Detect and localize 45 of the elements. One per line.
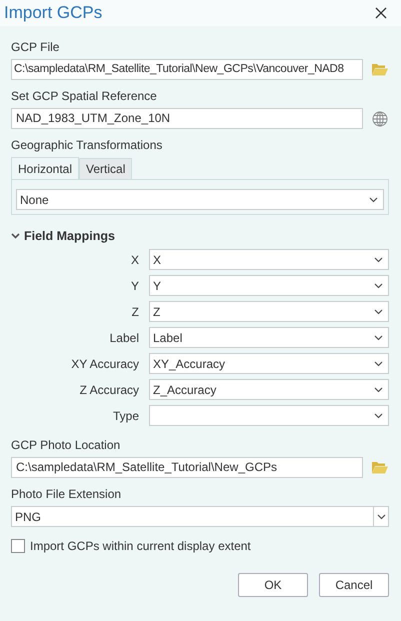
- caret-icon: [374, 386, 383, 392]
- section-header[interactable]: Field Mappings: [11, 229, 389, 243]
- caret-icon[interactable]: [11, 233, 20, 239]
- field-label: XY Accuracy: [70, 356, 139, 370]
- dropdown[interactable]: Z: [149, 301, 389, 322]
- caret-icon: [374, 282, 383, 288]
- dropdown[interactable]: Z_Accuracy: [149, 379, 389, 400]
- ok-button[interactable]: OK: [238, 573, 308, 597]
- input-field[interactable]: C:\sampledata\RM_Satellite_Tutorial\New_GCPs: [11, 457, 363, 478]
- field-label: Z: [130, 304, 139, 318]
- field-label: Set GCP Spatial Reference: [11, 89, 158, 103]
- field-label: Photo File Extension: [11, 487, 122, 501]
- dropdown[interactable]: X: [149, 249, 389, 270]
- window-title: Import GCPs: [4, 3, 102, 23]
- checkbox-label[interactable]: Import GCPs within current display extent: [30, 539, 251, 553]
- dropdown[interactable]: None: [16, 189, 384, 210]
- caret-icon: [374, 334, 383, 340]
- field-label: X: [130, 252, 139, 266]
- field-label: Label: [108, 330, 139, 344]
- dropdown[interactable]: PNG: [11, 506, 389, 527]
- caret-icon: [374, 412, 383, 418]
- folder-icon[interactable]: [372, 63, 388, 76]
- folder-icon[interactable]: [372, 461, 388, 474]
- cancel-button[interactable]: Cancel: [319, 573, 389, 597]
- field-label: Y: [130, 278, 139, 292]
- field-label: Type: [112, 408, 139, 422]
- tab[interactable]: Horizontal: [11, 157, 80, 180]
- field-label: Geographic Transformations: [11, 138, 164, 152]
- caret-icon: [369, 196, 378, 202]
- input-field[interactable]: NAD_1983_UTM_Zone_10N: [11, 108, 363, 129]
- field-label: GCP Photo Location: [11, 438, 122, 452]
- caret-icon: [374, 256, 383, 262]
- field-label: GCP File: [11, 40, 60, 54]
- field-label: Z Accuracy: [78, 382, 139, 396]
- dropdown[interactable]: XY_Accuracy: [149, 353, 389, 374]
- close-icon[interactable]: [375, 7, 387, 19]
- input-field[interactable]: C:\sampledata\RM_Satellite_Tutorial\New_GCPs\Vancouver_NAD8: [11, 59, 363, 80]
- checkbox[interactable]: [11, 539, 25, 553]
- dropdown[interactable]: Y: [149, 275, 389, 296]
- caret-icon: [376, 514, 386, 520]
- globe-icon[interactable]: [372, 110, 388, 126]
- caret-icon: [374, 308, 383, 314]
- dropdown[interactable]: Label: [149, 327, 389, 348]
- tab[interactable]: Vertical: [79, 158, 132, 180]
- caret-icon: [374, 360, 383, 366]
